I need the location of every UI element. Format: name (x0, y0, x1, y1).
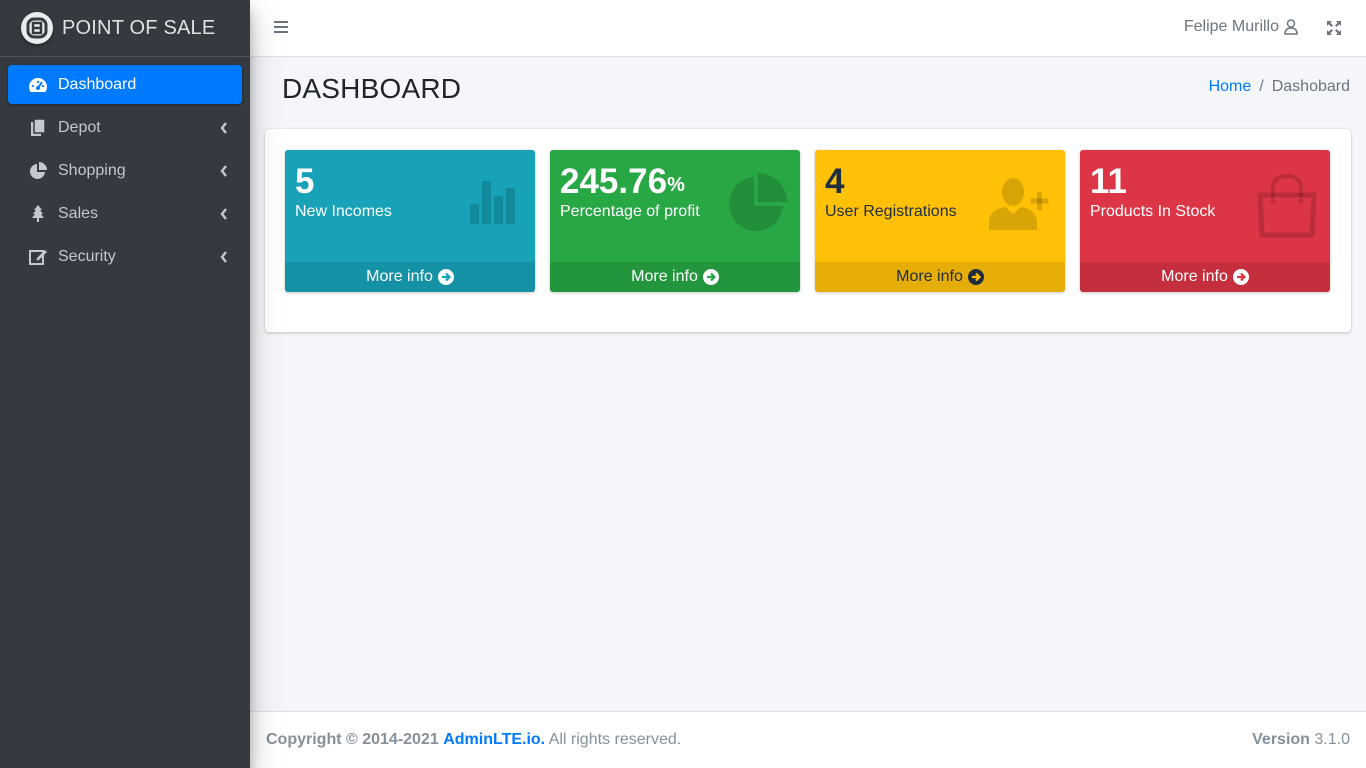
more-info-label: More info (1161, 268, 1228, 285)
arrow-circle-right-icon (702, 269, 719, 285)
arrow-circle-right-icon (967, 269, 984, 285)
top-navbar: Felipe Murillo (250, 0, 1366, 57)
small-box-profit: 245.76% Percentage of profit More info (550, 150, 800, 292)
brand-link[interactable]: POINT OF SALE (0, 0, 250, 57)
chevron-left-icon (218, 121, 230, 134)
chevron-left-icon (218, 207, 230, 220)
version-label: Version (1252, 731, 1310, 748)
more-info-link[interactable]: More info (550, 262, 800, 292)
more-info-link[interactable]: More info (1080, 262, 1330, 292)
pie-chart-icon (28, 161, 48, 181)
small-box-new-incomes: 5 New Incomes More info (285, 150, 535, 292)
dashboard-card: 5 New Incomes More info 245.76% Percenta… (265, 129, 1351, 332)
copyright-text: Copyright © 2014-2021 (266, 731, 439, 748)
sidebar-item-label: Depot (58, 118, 101, 136)
version-info: Version 3.1.0 (1252, 731, 1350, 749)
small-box-products-in-stock: 11 Products In Stock More info (1080, 150, 1330, 292)
more-info-label: More info (366, 268, 433, 285)
main-sidebar: POINT OF SALE Dashboard Depot Shopping S… (0, 0, 250, 768)
breadcrumb-current: Dashobard (1271, 78, 1350, 95)
user-plus-icon (987, 174, 1051, 237)
sidebar-item-shopping[interactable]: Shopping (8, 151, 242, 190)
sidebar-item-security[interactable]: Security (8, 237, 242, 276)
more-info-label: More info (631, 268, 698, 285)
pie-chart-icon (725, 173, 787, 240)
brand-logo-icon (21, 12, 53, 44)
user-icon (1284, 19, 1298, 35)
page-title: DASHBOARD (282, 73, 462, 104)
copyright: Copyright © 2014-2021 AdminLTE.io. All r… (266, 731, 681, 749)
tree-icon (28, 204, 48, 224)
version-number: 3.1.0 (1314, 731, 1350, 748)
copy-icon (28, 118, 48, 138)
hamburger-icon[interactable] (274, 20, 288, 36)
shopping-bag-icon (1255, 173, 1317, 244)
arrow-circle-right-icon (437, 269, 454, 285)
breadcrumb-separator: / (1259, 78, 1264, 95)
expand-icon[interactable] (1326, 20, 1342, 36)
sidebar-item-label: Security (58, 247, 116, 265)
more-info-link[interactable]: More info (815, 262, 1065, 292)
sidebar-item-label: Sales (58, 204, 99, 222)
edit-icon (28, 247, 48, 267)
arrow-circle-right-icon (1232, 269, 1249, 285)
sidebar-item-label: Shopping (58, 161, 126, 179)
rights-text: All rights reserved. (548, 731, 682, 748)
chevron-left-icon (218, 250, 230, 263)
sidebar-nav: Dashboard Depot Shopping Sales Security (0, 57, 250, 288)
small-box-user-registrations: 4 User Registrations More info (815, 150, 1065, 292)
breadcrumb: Home / Dashobard (1209, 78, 1350, 96)
adminlte-link[interactable]: AdminLTE.io. (443, 731, 545, 748)
sidebar-item-dashboard[interactable]: Dashboard (8, 65, 242, 104)
sidebar-item-depot[interactable]: Depot (8, 108, 242, 147)
sidebar-item-label: Dashboard (58, 75, 137, 93)
sidebar-item-sales[interactable]: Sales (8, 194, 242, 233)
box-value-suffix: % (667, 174, 685, 196)
breadcrumb-home-link[interactable]: Home (1209, 78, 1252, 96)
main-footer: Copyright © 2014-2021 AdminLTE.io. All r… (250, 711, 1366, 768)
tachometer-icon (28, 75, 48, 95)
brand-name: POINT OF SALE (62, 16, 216, 39)
chevron-left-icon (218, 164, 230, 177)
bar-chart-icon (467, 174, 521, 229)
more-info-label: More info (896, 268, 963, 285)
user-name: Felipe Murillo (1183, 18, 1279, 35)
user-menu[interactable]: Felipe Murillo (1184, 18, 1298, 36)
more-info-link[interactable]: More info (285, 262, 535, 292)
